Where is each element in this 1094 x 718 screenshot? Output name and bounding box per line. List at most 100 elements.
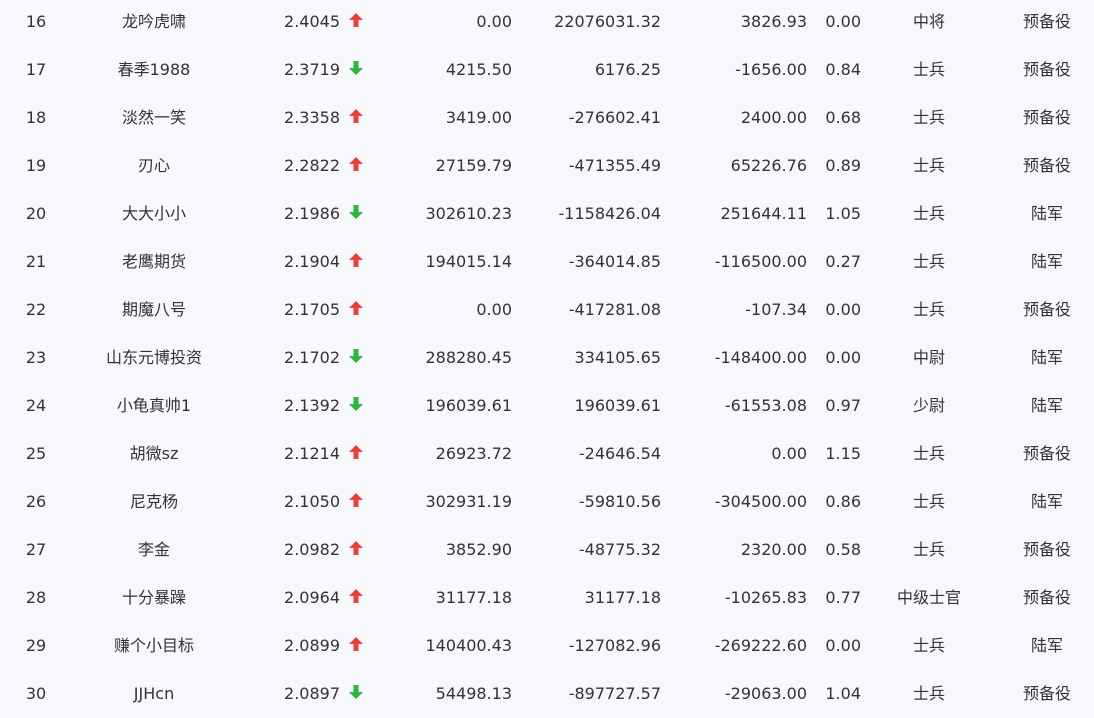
arrow-up-icon — [346, 0, 366, 46]
table-row[interactable]: 17 春季1988 2.3719 4215.50 6176.25 -1656.0… — [0, 46, 1094, 94]
trader-name[interactable]: 尼克杨 — [76, 478, 232, 526]
rank-cell: 26 — [25, 492, 47, 511]
value-2-cell: -897727.57 — [568, 684, 661, 703]
trader-name[interactable]: 胡微sz — [76, 430, 232, 478]
value-3-cell: -10265.83 — [724, 588, 807, 607]
trader-name[interactable]: 春季1988 — [76, 46, 232, 94]
arrow-up-icon — [346, 526, 366, 574]
table-row[interactable]: 25 胡微sz 2.1214 26923.72 -24646.54 0.00 1… — [0, 430, 1094, 478]
branch-cell: 预备役 — [1022, 540, 1071, 559]
ratio-cell: 1.15 — [825, 444, 861, 463]
value-2-cell: -417281.08 — [568, 300, 661, 319]
branch-cell: 预备役 — [1022, 588, 1071, 607]
table-row[interactable]: 27 李金 2.0982 3852.90 -48775.32 2320.00 0… — [0, 526, 1094, 574]
table-row[interactable]: 28 十分暴躁 2.0964 31177.18 31177.18 -10265.… — [0, 574, 1094, 622]
military-rank-cell: 士兵 — [912, 60, 945, 79]
ratio-cell: 0.00 — [825, 348, 861, 367]
table-row[interactable]: 30 JJHcn 2.0897 54498.13 -897727.57 -290… — [0, 670, 1094, 718]
table-row[interactable]: 20 大大小小 2.1986 302610.23 -1158426.04 251… — [0, 190, 1094, 238]
score-cell: 2.4045 — [284, 12, 340, 31]
value-1-cell: 0.00 — [476, 12, 512, 31]
branch-cell: 陆军 — [1030, 636, 1063, 655]
score-cell: 2.1904 — [284, 252, 340, 271]
value-3-cell: -29063.00 — [724, 684, 807, 703]
value-3-cell: -148400.00 — [714, 348, 807, 367]
military-rank-cell: 士兵 — [912, 492, 945, 511]
trader-name[interactable]: 老鹰期货 — [76, 238, 232, 286]
military-rank-cell: 中尉 — [912, 348, 945, 367]
score-cell: 2.0897 — [284, 684, 340, 703]
arrow-down-icon — [346, 190, 366, 238]
branch-cell: 陆军 — [1030, 252, 1063, 271]
rank-cell: 23 — [25, 348, 47, 367]
military-rank-cell: 士兵 — [912, 444, 945, 463]
ratio-cell: 1.05 — [825, 204, 861, 223]
ratio-cell: 1.04 — [825, 684, 861, 703]
ratio-cell: 0.84 — [825, 60, 861, 79]
value-1-cell: 0.00 — [476, 300, 512, 319]
rank-cell: 30 — [25, 684, 47, 703]
value-2-cell: -48775.32 — [578, 540, 661, 559]
table-row[interactable]: 19 刃心 2.2822 27159.79 -471355.49 65226.7… — [0, 142, 1094, 190]
table-row[interactable]: 29 赚个小目标 2.0899 140400.43 -127082.96 -26… — [0, 622, 1094, 670]
branch-cell: 陆军 — [1030, 396, 1063, 415]
ratio-cell: 0.86 — [825, 492, 861, 511]
value-1-cell: 4215.50 — [445, 60, 512, 79]
trader-name[interactable]: 十分暴躁 — [76, 574, 232, 622]
score-cell: 2.1050 — [284, 492, 340, 511]
arrow-up-icon — [346, 622, 366, 670]
table-row[interactable]: 22 期魔八号 2.1705 0.00 -417281.08 -107.34 0… — [0, 286, 1094, 334]
trader-name[interactable]: 期魔八号 — [76, 286, 232, 334]
trader-name[interactable]: 赚个小目标 — [76, 622, 232, 670]
rank-cell: 17 — [25, 60, 47, 79]
trader-name[interactable]: 大大小小 — [76, 190, 232, 238]
military-rank-cell: 士兵 — [912, 300, 945, 319]
table-row[interactable]: 16 龙吟虎啸 2.4045 0.00 22076031.32 3826.93 … — [0, 0, 1094, 46]
value-2-cell: 6176.25 — [594, 60, 661, 79]
trader-name[interactable]: 小龟真帅1 — [76, 382, 232, 430]
arrow-up-icon — [346, 286, 366, 334]
score-cell: 2.1986 — [284, 204, 340, 223]
table-row[interactable]: 24 小龟真帅1 2.1392 196039.61 196039.61 -615… — [0, 382, 1094, 430]
branch-cell: 预备役 — [1022, 444, 1071, 463]
table-row[interactable]: 21 老鹰期货 2.1904 194015.14 -364014.85 -116… — [0, 238, 1094, 286]
arrow-up-icon — [346, 142, 366, 190]
value-1-cell: 288280.45 — [425, 348, 512, 367]
ratio-cell: 0.77 — [825, 588, 861, 607]
table-row[interactable]: 18 淡然一笑 2.3358 3419.00 -276602.41 2400.0… — [0, 94, 1094, 142]
value-2-cell: -364014.85 — [568, 252, 661, 271]
score-cell: 2.0964 — [284, 588, 340, 607]
rank-cell: 25 — [25, 444, 47, 463]
rank-cell: 29 — [25, 636, 47, 655]
trader-name[interactable]: 山东元博投资 — [76, 334, 232, 382]
trader-name[interactable]: 刃心 — [76, 142, 232, 190]
branch-cell: 预备役 — [1022, 156, 1071, 175]
arrow-down-icon — [346, 382, 366, 430]
table-row[interactable]: 26 尼克杨 2.1050 302931.19 -59810.56 -30450… — [0, 478, 1094, 526]
military-rank-cell: 中将 — [912, 12, 945, 31]
value-2-cell: 31177.18 — [584, 588, 661, 607]
trader-name[interactable]: 龙吟虎啸 — [76, 0, 232, 46]
table-row[interactable]: 23 山东元博投资 2.1702 288280.45 334105.65 -14… — [0, 334, 1094, 382]
rank-cell: 20 — [25, 204, 47, 223]
trader-name[interactable]: 李金 — [76, 526, 232, 574]
score-cell: 2.1392 — [284, 396, 340, 415]
trader-name[interactable]: JJHcn — [76, 670, 232, 718]
value-3-cell: 0.00 — [771, 444, 807, 463]
score-cell: 2.1214 — [284, 444, 340, 463]
rank-cell: 24 — [25, 396, 47, 415]
rank-cell: 22 — [25, 300, 47, 319]
trader-name[interactable]: 淡然一笑 — [76, 94, 232, 142]
branch-cell: 预备役 — [1022, 12, 1071, 31]
rank-cell: 19 — [25, 156, 47, 175]
rank-cell: 28 — [25, 588, 47, 607]
value-3-cell: -1656.00 — [735, 60, 807, 79]
branch-cell: 预备役 — [1022, 300, 1071, 319]
value-3-cell: 2400.00 — [740, 108, 807, 127]
ratio-cell: 0.68 — [825, 108, 861, 127]
ratio-cell: 0.00 — [825, 300, 861, 319]
value-1-cell: 140400.43 — [425, 636, 512, 655]
value-3-cell: -116500.00 — [714, 252, 807, 271]
value-2-cell: -276602.41 — [568, 108, 661, 127]
value-1-cell: 54498.13 — [435, 684, 512, 703]
